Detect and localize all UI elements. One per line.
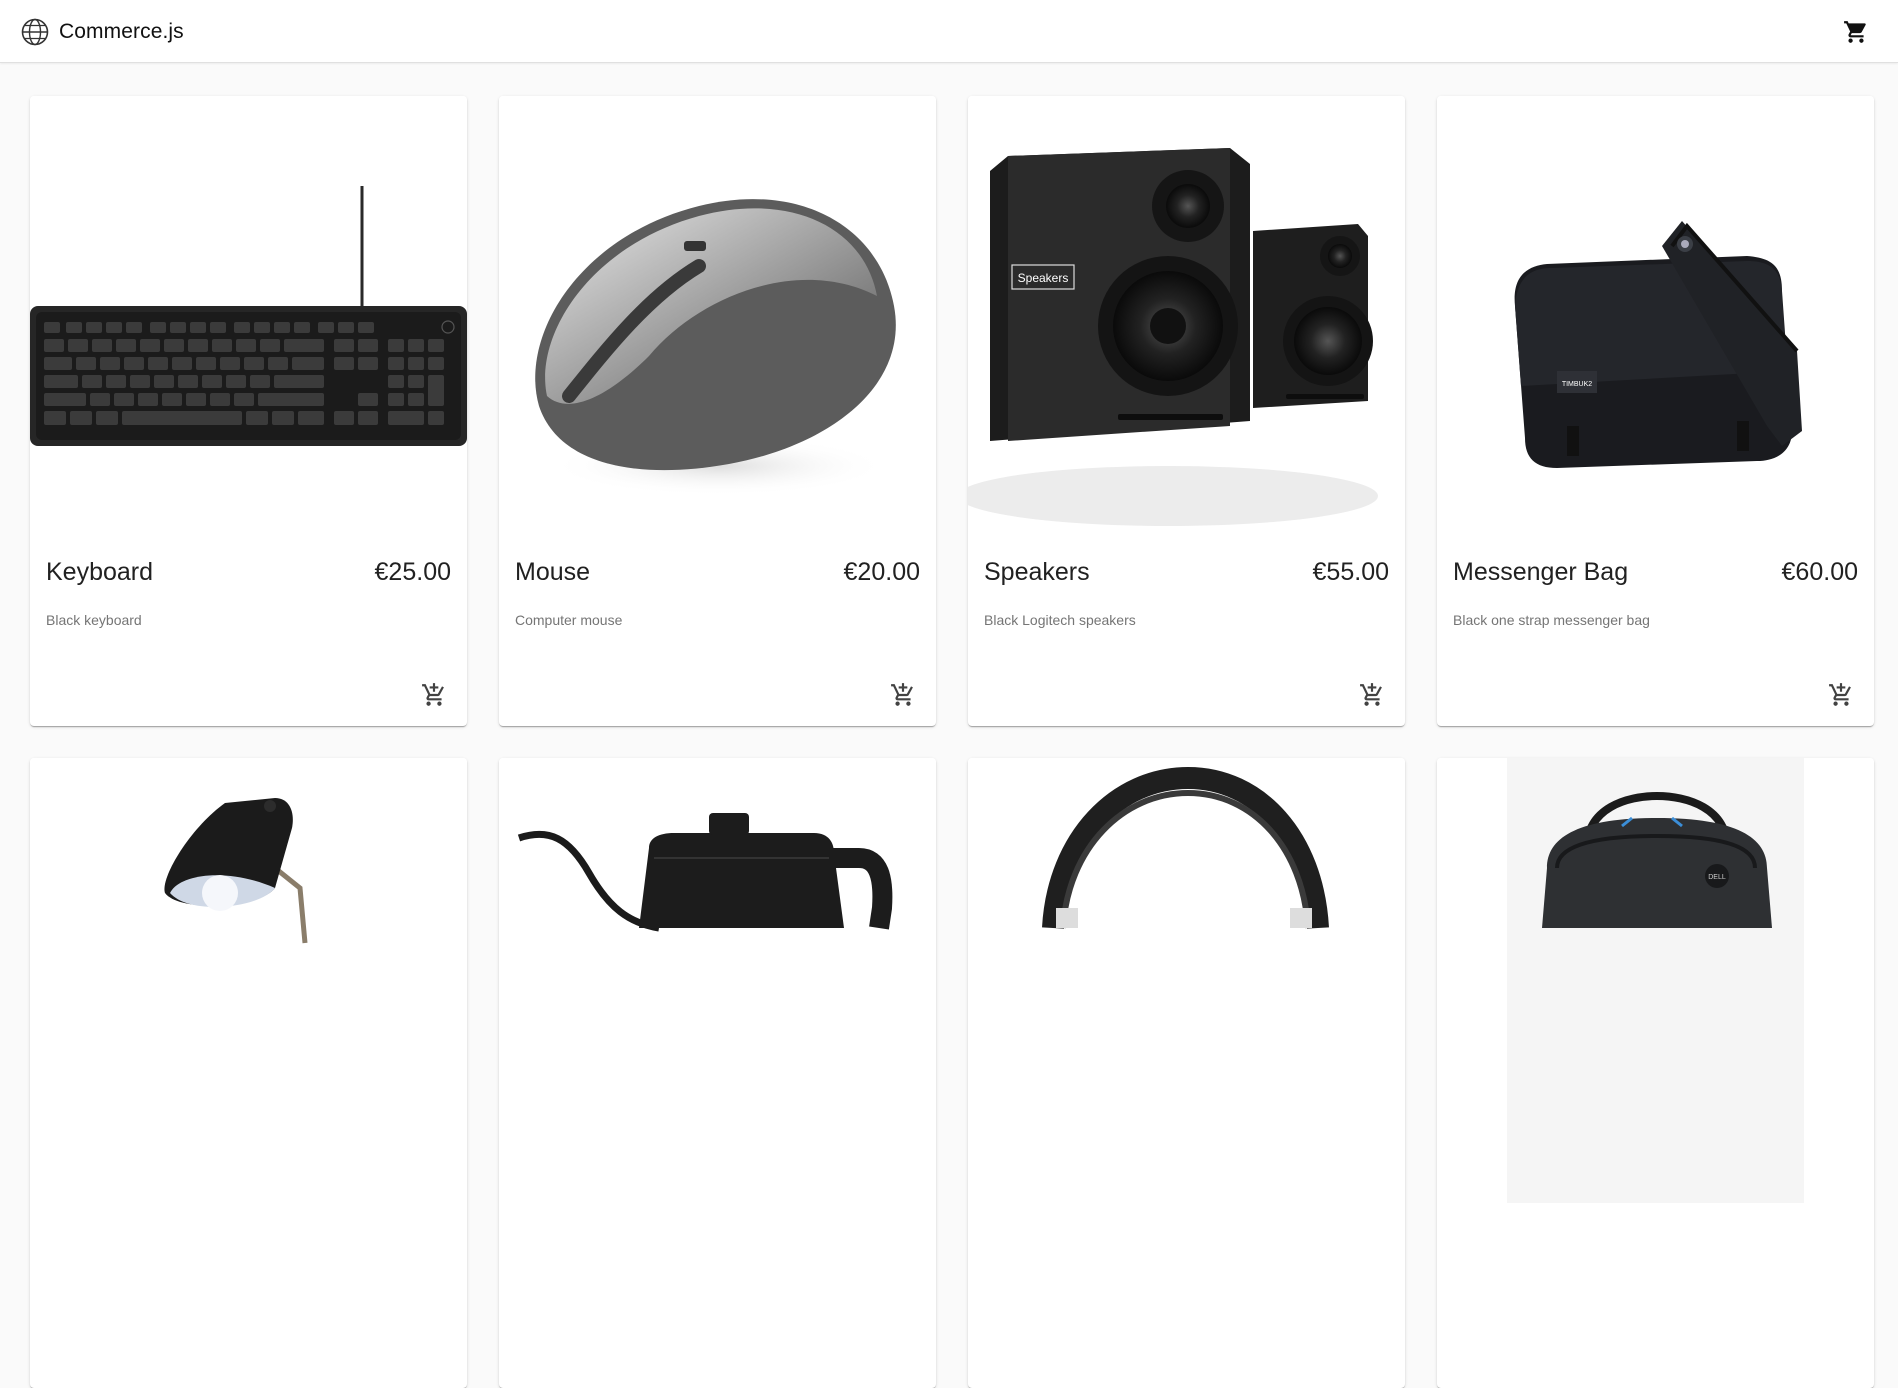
product-name: Mouse — [515, 558, 591, 586]
kettle-photo — [499, 758, 936, 1203]
backpack-brand-label: DELL — [1708, 874, 1726, 881]
product-price: €20.00 — [843, 558, 920, 586]
brand-link[interactable]: Commerce.js — [20, 17, 184, 47]
product-info: Mouse €20.00 — [515, 558, 920, 587]
add-to-cart-button[interactable] — [1824, 678, 1858, 712]
product-card-headphones — [968, 758, 1405, 1388]
product-info: Keyboard €25.00 — [46, 558, 451, 587]
product-description: Computer mouse — [515, 612, 623, 628]
product-name: Messenger Bag — [1453, 558, 1629, 586]
product-grid: Keyboard €25.00 Black keyboard Mouse €20… — [30, 96, 1874, 1388]
keyboard-photo — [30, 96, 467, 541]
speakers-photo: Speakers — [968, 96, 1405, 541]
product-card-kettle — [499, 758, 936, 1388]
product-info: Speakers €55.00 — [984, 558, 1389, 587]
desk-lamp-photo — [30, 758, 467, 1203]
mouse-photo — [499, 96, 936, 541]
product-name: Keyboard — [46, 558, 154, 586]
speakers-image-label: Speakers — [1018, 271, 1069, 285]
product-name: Speakers — [984, 558, 1090, 586]
product-card-speakers: Speakers Speakers €55.00 Black Logitech … — [968, 96, 1405, 726]
product-card-mouse: Mouse €20.00 Computer mouse — [499, 96, 936, 726]
bag-brand-label: TIMBUK2 — [1562, 381, 1592, 388]
product-card-desk-lamp — [30, 758, 467, 1388]
cart-button[interactable] — [1838, 15, 1874, 49]
product-card-messenger-bag: TIMBUK2 Messenger Bag €60.00 Black one s… — [1437, 96, 1874, 726]
product-description: Black Logitech speakers — [984, 612, 1136, 628]
add-shopping-cart-icon — [891, 683, 913, 706]
product-price: €60.00 — [1781, 558, 1858, 586]
add-shopping-cart-icon — [422, 683, 444, 706]
product-card-keyboard: Keyboard €25.00 Black keyboard — [30, 96, 467, 726]
shopping-cart-icon — [1844, 21, 1866, 43]
headphones-photo — [968, 758, 1405, 1203]
product-card-backpack: DELL — [1437, 758, 1874, 1388]
product-description: Black one strap messenger bag — [1453, 612, 1650, 628]
product-price: €25.00 — [374, 558, 451, 586]
backpack-photo: DELL — [1437, 758, 1874, 1203]
add-to-cart-button[interactable] — [1355, 678, 1389, 712]
product-description: Black keyboard — [46, 612, 142, 628]
add-to-cart-button[interactable] — [417, 678, 451, 712]
globe-icon — [21, 18, 49, 46]
messenger-bag-photo: TIMBUK2 — [1437, 96, 1874, 541]
brand-title: Commerce.js — [59, 20, 184, 43]
app-bar: Commerce.js — [0, 0, 1898, 63]
product-info: Messenger Bag €60.00 — [1453, 558, 1858, 587]
add-to-cart-button[interactable] — [886, 678, 920, 712]
product-price: €55.00 — [1312, 558, 1389, 586]
add-shopping-cart-icon — [1360, 683, 1382, 706]
add-shopping-cart-icon — [1829, 683, 1851, 706]
